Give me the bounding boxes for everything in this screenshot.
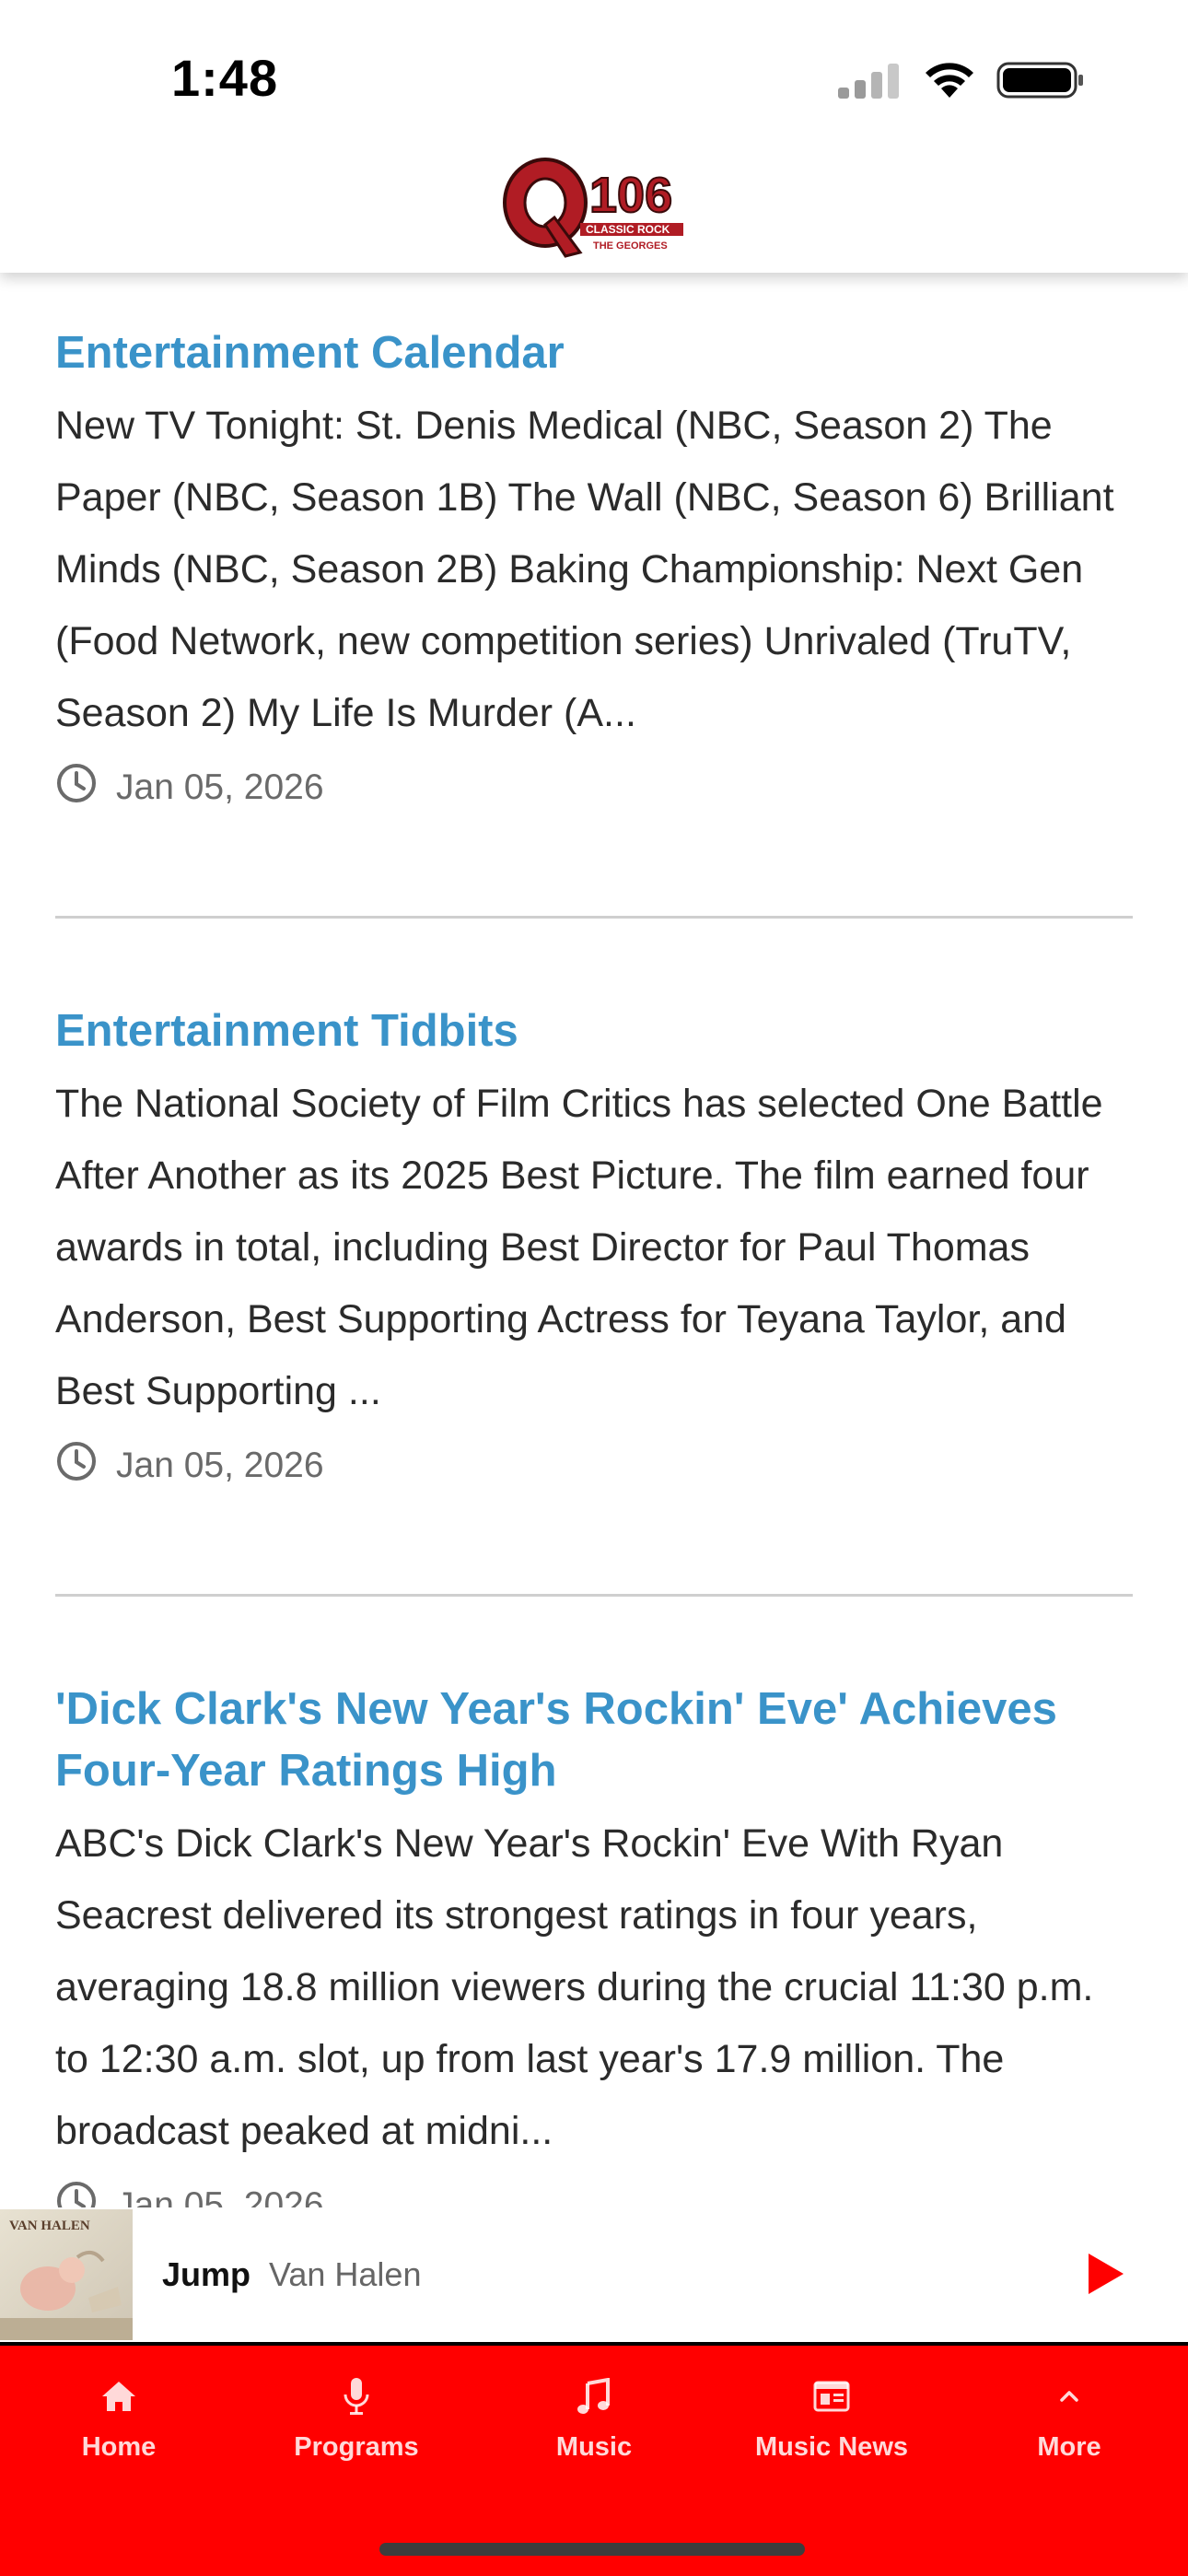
article-card[interactable]: Entertainment Tidbits The National Socie… <box>55 1001 1133 1492</box>
divider <box>55 916 1133 919</box>
divider <box>55 1594 1133 1597</box>
article-date-row: Jan 05, 2026 <box>55 1440 1133 1492</box>
chevron-up-icon <box>1055 2373 1083 2419</box>
article-excerpt: ABC's Dick Clark's New Year's Rockin' Ev… <box>55 1821 1094 2153</box>
status-bar: 1:48 <box>0 0 1188 152</box>
album-art-text: VAN HALEN <box>9 2219 90 2233</box>
status-icons <box>838 61 1085 104</box>
article-date: Jan 05, 2026 <box>116 2185 324 2207</box>
tab-programs[interactable]: Programs <box>238 2373 475 2463</box>
article-excerpt: The National Society of Film Critics has… <box>55 1082 1103 1413</box>
music-note-icon <box>577 2373 611 2419</box>
article-date-row: Jan 05, 2026 <box>55 762 1133 814</box>
track-title: Jump <box>162 2255 251 2293</box>
clock-icon <box>55 2180 98 2207</box>
tab-label: Music <box>555 2432 633 2462</box>
article-title[interactable]: Entertainment Calendar <box>55 322 1133 384</box>
clock-icon <box>55 1440 98 1492</box>
clock-icon <box>55 762 98 814</box>
logo-subtitle-2: THE GEORGES <box>593 240 668 252</box>
article-title[interactable]: Entertainment Tidbits <box>55 1001 1133 1062</box>
bottom-tab-bar: Home Programs Music Music News More <box>0 2346 1188 2576</box>
tab-more[interactable]: More <box>950 2373 1188 2463</box>
track-artist: Van Halen <box>269 2255 422 2293</box>
article-date-row: Jan 05, 2026 <box>55 2180 1133 2207</box>
tab-label: Home <box>81 2432 157 2462</box>
logo-number: 106 <box>589 168 672 223</box>
play-button[interactable] <box>1077 2248 1133 2303</box>
article-excerpt: New TV Tonight: St. Denis Medical (NBC, … <box>55 404 1114 735</box>
article-card[interactable]: Entertainment Calendar New TV Tonight: S… <box>55 322 1133 814</box>
news-feed[interactable]: Entertainment Calendar New TV Tonight: S… <box>0 273 1188 2207</box>
microphone-icon <box>343 2373 370 2419</box>
article-date: Jan 05, 2026 <box>116 1446 324 1485</box>
article-date: Jan 05, 2026 <box>116 767 324 807</box>
app-header: 106 CLASSIC ROCK THE GEORGES <box>0 138 1188 273</box>
track-info[interactable]: Jump Van Halen <box>162 2207 421 2342</box>
home-indicator[interactable] <box>379 2543 805 2556</box>
battery-icon <box>996 61 1085 104</box>
tab-label: More <box>1037 2432 1101 2462</box>
wifi-icon <box>923 61 976 104</box>
tab-home[interactable]: Home <box>0 2373 238 2463</box>
station-logo[interactable]: 106 CLASSIC ROCK THE GEORGES <box>501 157 687 260</box>
home-icon <box>100 2373 137 2419</box>
logo-subtitle-1: CLASSIC ROCK <box>586 223 670 236</box>
tab-music[interactable]: Music <box>475 2373 713 2463</box>
tab-music-news[interactable]: Music News <box>713 2373 950 2463</box>
tab-label: Programs <box>294 2432 419 2462</box>
status-time: 1:48 <box>171 49 279 107</box>
now-playing-bar[interactable]: VAN HALEN Jump Van Halen <box>0 2207 1188 2346</box>
album-art[interactable]: VAN HALEN <box>0 2209 133 2340</box>
article-title[interactable]: 'Dick Clark's New Year's Rockin' Eve' Ac… <box>55 1679 1133 1802</box>
article-card[interactable]: 'Dick Clark's New Year's Rockin' Eve' Ac… <box>55 1679 1133 2207</box>
cellular-signal-icon <box>838 62 903 103</box>
newspaper-icon <box>813 2373 850 2419</box>
play-icon <box>1085 2252 1125 2301</box>
tab-label: Music News <box>755 2432 908 2462</box>
